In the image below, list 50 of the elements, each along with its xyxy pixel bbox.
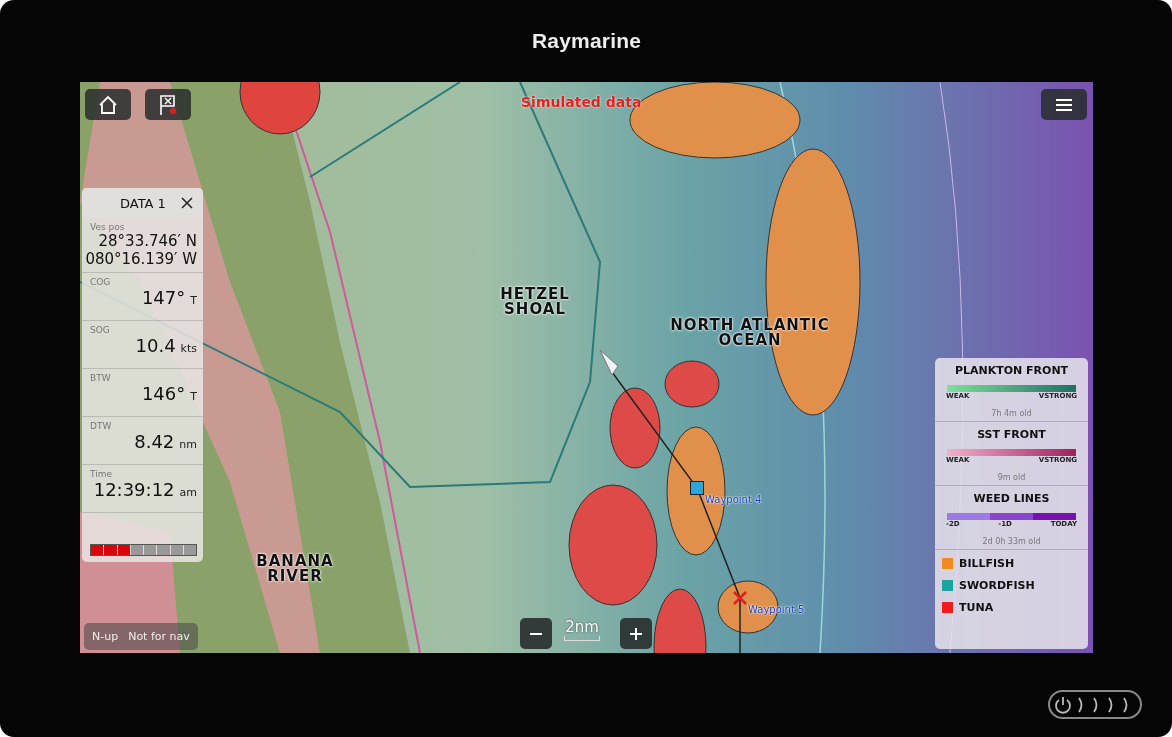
power-button-strip[interactable] [1048, 690, 1142, 719]
scale-bar [564, 636, 600, 641]
zoom-out-button[interactable] [520, 618, 552, 649]
plus-icon [629, 626, 643, 641]
data-label: COG [90, 277, 111, 287]
data-unit: nm [179, 438, 197, 451]
species-label: SWORDFISH [959, 579, 1035, 592]
data-label: Time [90, 469, 113, 479]
layer-title: WEED LINES [973, 492, 1050, 505]
data-label: DTW [90, 421, 112, 431]
species-label: BILLFISH [959, 557, 1015, 570]
place-label: BANANA RIVER [255, 554, 335, 584]
layer-age: 7h 4m old [991, 409, 1032, 418]
panel-title: DATA 1 [120, 195, 166, 211]
not-for-nav-note: Not for nav [128, 630, 190, 643]
data-value: 146° [141, 383, 186, 404]
data-unit: T [190, 294, 197, 307]
waypoint-cross-icon [733, 591, 747, 605]
home-icon [97, 93, 119, 116]
scale-label: 2nm [565, 618, 599, 636]
layer-age: 9m old [997, 473, 1026, 482]
layer-title: SST FRONT [977, 428, 1046, 441]
orientation-mode: N-up [92, 630, 119, 643]
data-label: SOG [90, 325, 110, 335]
minus-icon [529, 632, 543, 635]
data-unit: kts [180, 342, 197, 355]
data-value: 147° [141, 287, 186, 308]
brand-logo: Raymarine [531, 29, 642, 53]
data-value: 12:39:12 [93, 479, 175, 500]
species-label: TUNA [959, 601, 994, 614]
close-icon [181, 197, 193, 209]
data-label: BTW [90, 373, 111, 383]
waypoint-square-icon [690, 481, 704, 495]
data-value: 10.4 [135, 335, 176, 356]
place-label: HETZEL SHOAL [500, 287, 570, 317]
data-unit: T [190, 390, 197, 403]
data-value: 080°16.139′ W [85, 250, 197, 268]
data-value: 28°33.746′ N [98, 232, 197, 250]
data-label: Ves pos [90, 222, 125, 232]
home-button[interactable] [85, 89, 131, 120]
data-unit: am [179, 486, 197, 499]
close-button[interactable] [179, 195, 195, 211]
layer-title: PLANKTON FRONT [954, 364, 1069, 377]
layer-age: 2d 0h 33m old [982, 537, 1041, 546]
waypoint-flag-button[interactable] [145, 89, 191, 120]
menu-button[interactable] [1041, 89, 1087, 120]
data-value: 8.42 [134, 431, 175, 452]
menu-icon [1055, 97, 1073, 112]
zoom-in-button[interactable] [620, 618, 652, 649]
flag-icon [157, 92, 179, 117]
